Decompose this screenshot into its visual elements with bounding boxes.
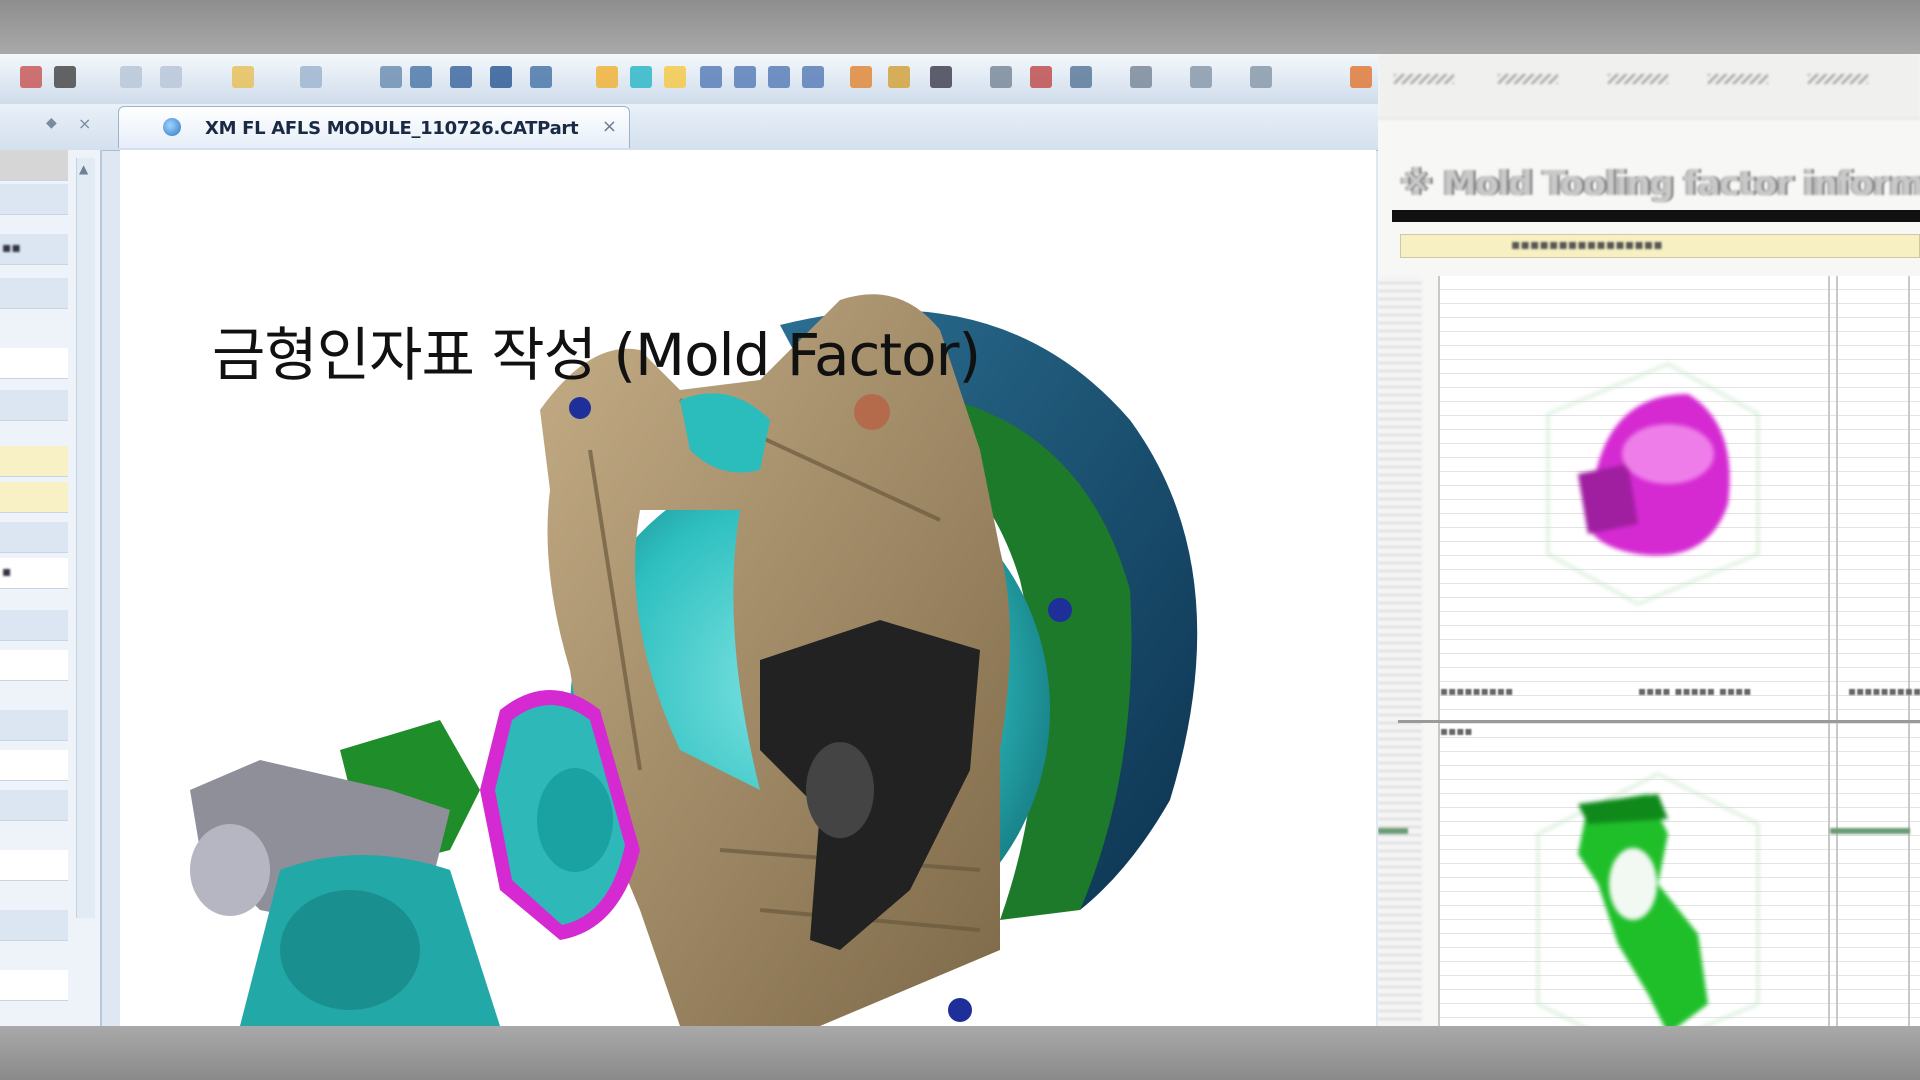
toolbar [0,54,1378,105]
row-marker [1830,828,1910,834]
tree-row-text: ▪ [2,564,12,580]
scroll-up-icon[interactable]: ▲ [79,162,88,176]
slide-title-caption: 금형인자표 작성 (Mold Factor) [212,321,981,389]
subheader-text: ▪▪▪▪▪▪▪▪▪▪▪▪▪▪▪▪ [1511,237,1663,253]
grid-line [1438,276,1440,1026]
tree-row-text: ▪▪ [2,240,21,256]
toolbar-icon[interactable] [380,66,402,88]
toolbar-icon[interactable] [888,66,910,88]
toolbar-mark [1608,74,1668,84]
letterbox-top [0,0,1920,54]
document-tab-label: XM FL AFLS MODULE_110726.CATPart [205,118,579,139]
pin-icon[interactable]: ◆ [46,116,60,130]
info-toolbar [1378,54,1920,119]
row-note: ▪▪▪▪▪▪▪▪▪ [1440,684,1514,698]
tree-row[interactable]: ▪ [0,558,68,589]
toolbar-icon[interactable] [1250,66,1272,88]
tree-row[interactable] [0,610,68,641]
grid-line [1908,276,1910,1026]
letterbox-bottom [0,1026,1920,1080]
toolbar-icon[interactable] [1030,66,1052,88]
tree-scrollbar[interactable]: ▲ [76,158,95,918]
toolbar-icon[interactable] [1130,66,1152,88]
toolbar-icon[interactable] [734,66,756,88]
3d-viewport[interactable]: 금형인자표 작성 (Mold Factor) [120,150,1376,1026]
tree-row[interactable] [0,650,68,681]
tree-row[interactable] [0,970,68,1001]
tree-row-selected[interactable] [0,446,68,477]
tree-row[interactable]: ▪▪ [0,234,68,265]
toolbar-icon[interactable] [990,66,1012,88]
tab-close-icon[interactable]: × [602,116,617,137]
part-document-icon [163,118,181,136]
toolbar-icon[interactable] [700,66,722,88]
row-note: ▪▪▪▪ [1440,724,1473,738]
catia-window: ◆ × XM FL AFLS MODULE_110726.CATPart × ▪… [0,54,1378,1026]
toolbar-mark [1808,74,1868,84]
toolbar-icon[interactable] [1350,66,1372,88]
tree-row[interactable] [0,348,68,379]
toolbar-icon[interactable] [768,66,790,88]
document-tab[interactable]: XM FL AFLS MODULE_110726.CATPart × [118,106,630,148]
toolbar-icon[interactable] [664,66,686,88]
toolbar-icon[interactable] [54,66,76,88]
toolbar-icon[interactable] [450,66,472,88]
grid-line [1828,276,1830,1026]
info-title: ※ Mold Tooling factor information [1400,164,1920,204]
toolbar-icon[interactable] [20,66,42,88]
toolbar-icon[interactable] [120,66,142,88]
toolbar-icon[interactable] [490,66,512,88]
row-note: ▪▪▪▪▪▪▪▪▪ [1848,684,1920,698]
toolbar-icon[interactable] [300,66,322,88]
toolbar-icon[interactable] [530,66,552,88]
section-divider [1398,720,1920,723]
toolbar-icon[interactable] [802,66,824,88]
tree-row[interactable] [0,750,68,781]
row-marker [1378,828,1408,834]
tree-row[interactable] [0,850,68,881]
mold-tooling-info-window: ※ Mold Tooling factor information ▪▪▪▪▪▪… [1378,54,1920,1026]
toolbar-icon[interactable] [232,66,254,88]
toolbar-mark [1394,74,1454,84]
tree-row[interactable] [0,184,68,215]
tree-row-selected[interactable] [0,482,68,513]
tree-row[interactable] [0,910,68,941]
grid-line [1836,276,1838,1026]
tree-row[interactable] [0,710,68,741]
title-rule [1392,210,1920,222]
info-subheader: ▪▪▪▪▪▪▪▪▪▪▪▪▪▪▪▪ [1400,234,1920,258]
toolbar-icon[interactable] [930,66,952,88]
toolbar-icon[interactable] [1070,66,1092,88]
toolbar-mark [1708,74,1768,84]
toolbar-mark [1498,74,1558,84]
toolbar-icon[interactable] [850,66,872,88]
row-note: ▪▪▪▪ ▪▪▪▪▪ ▪▪▪▪ [1638,684,1752,698]
toolbar-icon[interactable] [596,66,618,88]
close-icon[interactable]: × [78,114,91,133]
tree-row[interactable] [0,522,68,553]
toolbar-icon[interactable] [410,66,432,88]
toolbar-icon[interactable] [1190,66,1212,88]
headlamp-module-model [190,294,1198,1026]
tree-row[interactable] [0,150,68,181]
tree-row[interactable] [0,390,68,421]
tree-row[interactable] [0,278,68,309]
green-part-thumbnail [1537,772,1759,1026]
magenta-part-thumbnail [1547,362,1759,606]
tree-row[interactable] [0,790,68,821]
toolbar-icon[interactable] [630,66,652,88]
toolbar-icon[interactable] [160,66,182,88]
row-ruler [1378,276,1422,1026]
